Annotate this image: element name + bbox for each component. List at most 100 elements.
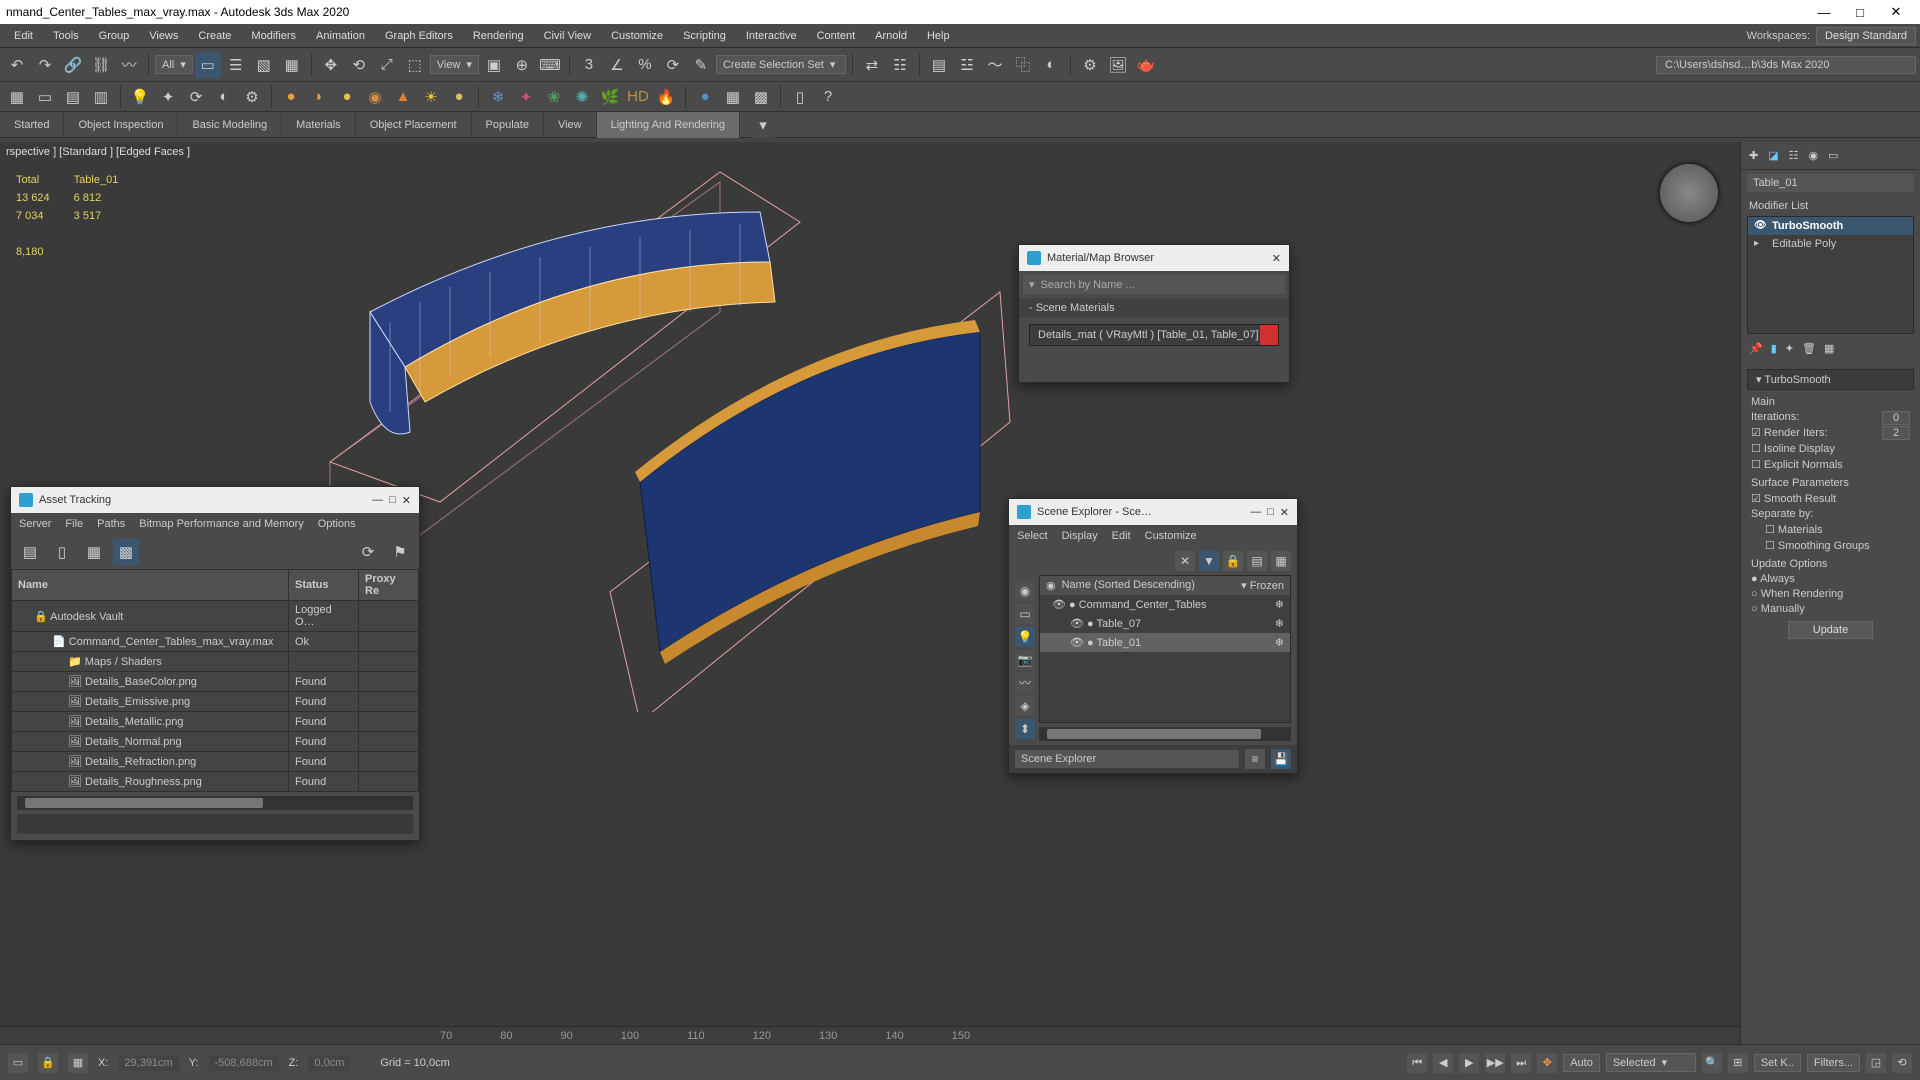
asset-tool-icon[interactable]: ▯ [49,539,75,565]
asset-tool-icon[interactable]: ⚑ [387,539,413,565]
undo-button[interactable]: ↶ [4,52,30,78]
scene-list[interactable]: ◉ Name (Sorted Descending) ▾ Frozen 👁 ● … [1039,575,1291,723]
tab-lighting-rendering[interactable]: Lighting And Rendering [597,112,740,138]
setkey-button[interactable]: Set K.. [1754,1054,1801,1072]
scene-explorer-label[interactable]: Scene Explorer [1015,750,1239,768]
list-col-frozen[interactable]: ▾ Frozen [1241,579,1284,592]
render-icon[interactable]: ✺ [569,84,595,110]
render-icon[interactable]: ▩ [748,84,774,110]
filter-space-icon[interactable]: ◈ [1015,696,1035,716]
light-icon[interactable]: ● [446,84,472,110]
asset-table[interactable]: Name Status Proxy Re 🔒 Autodesk VaultLog… [11,569,419,792]
viewcube[interactable] [1660,164,1718,222]
pin-stack-icon[interactable]: 📌 [1749,342,1763,355]
window-maximize-button[interactable]: □ [1842,5,1878,20]
window-close-button[interactable]: ✕ [1878,4,1914,20]
tab-view[interactable]: View [544,112,597,138]
menu-group[interactable]: Group [89,24,140,48]
window-minimize-button[interactable]: — [1806,5,1842,20]
play-icon[interactable]: ▶ [1459,1053,1479,1073]
render-icon[interactable]: ❄ [485,84,511,110]
ribbon-icon[interactable]: ▭ [32,84,58,110]
material-search-input[interactable]: ▾ Search by Name ... [1023,275,1285,294]
goto-end-icon[interactable]: ⏭ [1511,1053,1531,1073]
prev-frame-icon[interactable]: ◀ [1433,1053,1453,1073]
menu-select[interactable]: Select [1017,530,1048,542]
next-frame-icon[interactable]: ▶▶ [1485,1053,1505,1073]
render-icon[interactable]: ✦ [513,84,539,110]
lock-selection-icon[interactable]: ▦ [68,1053,88,1073]
list-col-name[interactable]: Name (Sorted Descending) [1056,579,1242,592]
render-icon[interactable]: 🌿 [597,84,623,110]
horizontal-scrollbar[interactable] [1039,727,1291,741]
make-unique-icon[interactable]: ✦ [1785,342,1794,355]
light-icon[interactable]: ◗ [306,84,332,110]
configure-sets-icon[interactable]: ▦ [1824,342,1834,355]
iterations-field[interactable]: Iterations:0 [1751,411,1910,423]
update-manual-radio[interactable]: Manually [1751,603,1910,615]
coord-y-field[interactable]: -508,688cm [209,1055,279,1071]
filter-cam-icon[interactable]: 📷 [1015,650,1035,670]
asset-row[interactable]: 📁 Maps / Shaders [12,652,419,672]
menu-file[interactable]: File [65,518,83,530]
scene-row[interactable]: 👁 ● Table_01❄ [1040,633,1290,652]
menu-tools[interactable]: Tools [43,24,89,48]
update-render-radio[interactable]: When Rendering [1751,588,1910,600]
render-iters-field[interactable]: Render Iters:2 [1751,426,1910,439]
menu-content[interactable]: Content [807,24,866,48]
ref-coord-dropdown[interactable]: View▾ [430,55,479,74]
filter-geo-icon[interactable]: ▭ [1015,604,1035,624]
menu-graph-editors[interactable]: Graph Editors [375,24,463,48]
panel-titlebar[interactable]: Material/Map Browser ✕ [1019,245,1289,271]
modify-tab-icon[interactable]: ◪ [1768,149,1778,162]
redo-button[interactable]: ↷ [32,52,58,78]
asset-row[interactable]: 🖼 Details_Roughness.pngFound [12,772,419,792]
window-crossing-button[interactable]: ▦ [279,52,305,78]
lock-icon[interactable]: 🔒 [38,1053,58,1073]
display-tab-icon[interactable]: ▭ [1828,149,1838,162]
filter-bone-icon[interactable]: ⬍ [1015,719,1035,739]
scale-button[interactable]: ⤢ [374,52,400,78]
sep-groups-checkbox[interactable]: Smoothing Groups [1751,539,1910,552]
menu-scripting[interactable]: Scripting [673,24,736,48]
layers-icon[interactable]: ≡ [1245,749,1265,769]
show-result-icon[interactable]: ▮ [1771,342,1777,355]
render-icon[interactable]: ▯ [787,84,813,110]
move-button[interactable]: ✥ [318,52,344,78]
curve-editor-button[interactable]: 〜 [982,52,1008,78]
mirror-button[interactable]: ⇄ [859,52,885,78]
layer-explorer-button[interactable]: ▤ [926,52,952,78]
col-name[interactable]: Name [12,570,289,601]
update-button[interactable]: Update [1788,621,1873,639]
keyboard-shortcut-button[interactable]: ⌨ [537,52,563,78]
rotate-button[interactable]: ⟲ [346,52,372,78]
minimize-icon[interactable]: — [1250,506,1261,518]
coord-x-field[interactable]: 29,391cm [118,1055,178,1071]
bind-button[interactable]: 〰 [116,52,142,78]
link-button[interactable]: 🔗 [60,52,86,78]
render-icon[interactable]: ❀ [541,84,567,110]
viewport-label[interactable]: rspective ] [Standard ] [Edged Faces ] [6,146,190,158]
rectangular-region-button[interactable]: ▧ [251,52,277,78]
menu-display[interactable]: Display [1062,530,1098,542]
arrow-icon[interactable]: ▸ [1754,238,1759,249]
material-category[interactable]: - Scene Materials [1019,298,1289,318]
render-icon[interactable]: HD [625,84,651,110]
filter-all-icon[interactable]: ◉ [1015,581,1035,601]
sep-materials-checkbox[interactable]: Materials [1751,523,1910,536]
col-proxy[interactable]: Proxy Re [359,570,419,601]
nav-icon[interactable]: ⟲ [1892,1053,1912,1073]
ribbon-icon[interactable]: ▥ [88,84,114,110]
align-button[interactable]: ☷ [887,52,913,78]
tab-object-placement[interactable]: Object Placement [356,112,472,138]
asset-tool-icon[interactable]: ▦ [81,539,107,565]
eye-icon[interactable]: 👁 [1754,220,1767,231]
close-icon[interactable]: ✕ [402,494,411,507]
asset-row[interactable]: 📄 Command_Center_Tables_max_vray.maxOk [12,632,419,652]
light-icon[interactable]: ● [278,84,304,110]
angle-snap-button[interactable]: ∠ [604,52,630,78]
render-frame-button[interactable]: 🖼 [1105,52,1131,78]
menu-modifiers[interactable]: Modifiers [241,24,306,48]
keyfilter-dropdown[interactable]: Selected ▾ [1606,1053,1696,1072]
percent-snap-button[interactable]: % [632,52,658,78]
